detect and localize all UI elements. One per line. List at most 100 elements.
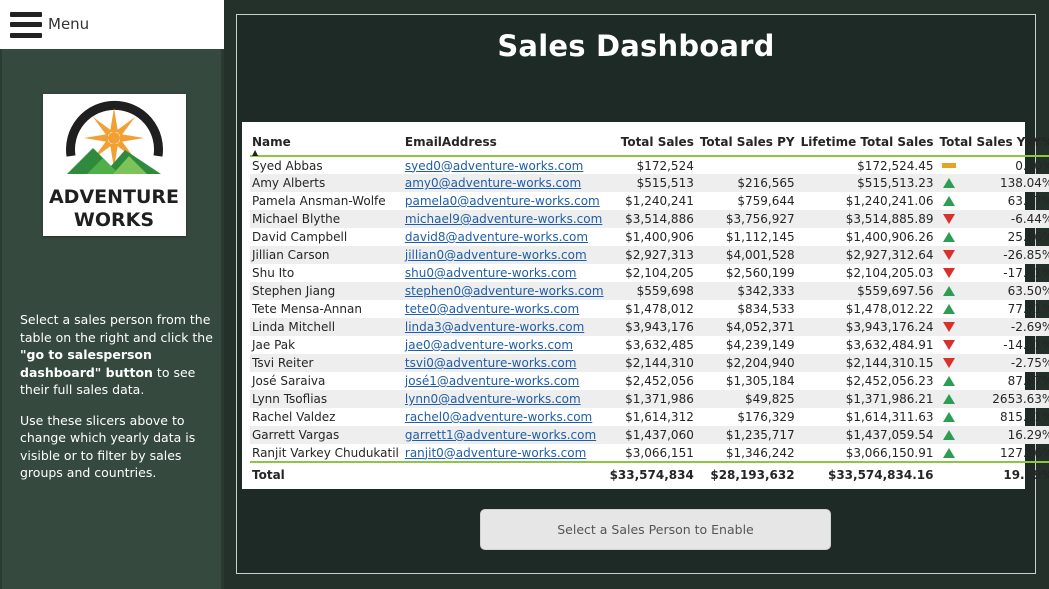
cell-email: rachel0@adventure-works.com bbox=[403, 408, 608, 426]
email-link[interactable]: rachel0@adventure-works.com bbox=[405, 410, 592, 424]
menu-label[interactable]: Menu bbox=[48, 15, 89, 33]
trend-up-icon bbox=[942, 430, 955, 440]
email-link[interactable]: linda3@adventure-works.com bbox=[405, 320, 584, 334]
email-link[interactable]: pamela0@adventure-works.com bbox=[405, 194, 600, 208]
cell-lifetime-total-sales: $172,524.45 bbox=[857, 158, 934, 173]
cell-total-sales-py: $4,052,371 bbox=[725, 320, 795, 334]
table-row[interactable]: Stephen Jiang stephen0@adventure-works.co… bbox=[250, 282, 1049, 300]
email-link[interactable]: syed0@adventure-works.com bbox=[405, 159, 583, 173]
cell-trend-icon bbox=[938, 174, 962, 192]
table-row[interactable]: Jillian Carson jillian0@adventure-works.c… bbox=[250, 246, 1049, 264]
email-link[interactable]: stephen0@adventure-works.com bbox=[405, 284, 604, 298]
logo-graphic: ADVENTURE WORKS bbox=[49, 100, 179, 231]
sales-table-card[interactable]: Name ▲ EmailAddress Total Sales Total Sal… bbox=[242, 122, 1049, 489]
table-row[interactable]: Ranjit Varkey Chudukatil ranjit0@adventur… bbox=[250, 444, 1049, 462]
cell-total-sales-py: $2,204,940 bbox=[725, 356, 795, 370]
sales-table[interactable]: Name ▲ EmailAddress Total Sales Total Sal… bbox=[250, 128, 1049, 484]
cell-lifetime-total-sales: $1,240,241.06 bbox=[845, 194, 934, 208]
cell-yoy: 63.50% bbox=[1007, 284, 1049, 298]
table-row[interactable]: Jae Pak jae0@adventure-works.com $3,632,48… bbox=[250, 336, 1049, 354]
cell-email: jillian0@adventure-works.com bbox=[403, 246, 608, 264]
cell-total-sales-py: $759,644 bbox=[737, 194, 795, 208]
table-row[interactable]: David Campbell david8@adventure-works.com… bbox=[250, 228, 1049, 246]
table-row[interactable]: Michael Blythe michael9@adventure-works.c… bbox=[250, 210, 1049, 228]
cell-total-sales-py: $1,112,145 bbox=[725, 230, 795, 244]
cell-email: tsvi0@adventure-works.com bbox=[403, 354, 608, 372]
column-header-total-sales-py[interactable]: Total Sales PY bbox=[698, 128, 799, 156]
cell-yoy: 815.51% bbox=[999, 410, 1049, 424]
email-link[interactable]: garrett1@adventure-works.com bbox=[405, 428, 596, 442]
column-header-yoy[interactable]: Total Sales YoY% bbox=[938, 128, 1049, 156]
cell-name: Pamela Ansman-Wolfe bbox=[252, 194, 386, 208]
cell-name: Tsvi Reiter bbox=[252, 356, 314, 370]
total-lifetime: $33,574,834.16 bbox=[827, 467, 934, 482]
table-row[interactable]: Tete Mensa-Annan tete0@adventure-works.co… bbox=[250, 300, 1049, 318]
cell-email: michael9@adventure-works.com bbox=[403, 210, 608, 228]
table-row[interactable]: Linda Mitchell linda3@adventure-works.com… bbox=[250, 318, 1049, 336]
cell-email: pamela0@adventure-works.com bbox=[403, 192, 608, 210]
cell-lifetime-total-sales: $515,513.23 bbox=[857, 176, 934, 190]
cell-total-sales: $3,066,151 bbox=[625, 445, 694, 460]
email-link[interactable]: michael9@adventure-works.com bbox=[405, 212, 602, 226]
table-row[interactable]: Amy Alberts amy0@adventure-works.com $515,… bbox=[250, 174, 1049, 192]
total-email-empty bbox=[403, 462, 608, 484]
table-row[interactable]: Lynn Tsoflias lynn0@adventure-works.com $1… bbox=[250, 390, 1049, 408]
email-link[interactable]: jillian0@adventure-works.com bbox=[405, 248, 587, 262]
cell-trend-icon bbox=[938, 156, 962, 174]
cell-total-sales: $2,104,205 bbox=[625, 266, 694, 280]
column-header-total-sales[interactable]: Total Sales bbox=[608, 128, 698, 156]
table-row[interactable]: José Saraiva josé1@adventure-works.com $2,… bbox=[250, 372, 1049, 390]
table-row[interactable]: Rachel Valdez rachel0@adventure-works.com… bbox=[250, 408, 1049, 426]
sort-ascending-icon[interactable]: ▲ bbox=[252, 149, 258, 157]
email-link[interactable]: lynn0@adventure-works.com bbox=[405, 392, 581, 406]
email-link[interactable]: shu0@adventure-works.com bbox=[405, 266, 577, 280]
cell-yoy: -6.44% bbox=[1010, 212, 1049, 226]
cell-total-sales: $2,452,056 bbox=[625, 374, 694, 388]
cell-trend-icon bbox=[938, 426, 962, 444]
cell-yoy: 127.76% bbox=[999, 445, 1049, 460]
total-yoy: 19.09% bbox=[1003, 467, 1049, 482]
total-total-sales: $33,574,834 bbox=[609, 467, 694, 482]
table-row[interactable]: Syed Abbas syed0@adventure-works.com $172,… bbox=[250, 156, 1049, 174]
cell-total-sales-py: $49,825 bbox=[744, 392, 795, 406]
cell-total-sales: $2,927,313 bbox=[625, 248, 694, 262]
email-link[interactable]: amy0@adventure-works.com bbox=[405, 176, 581, 190]
cell-lifetime-total-sales: $2,452,056.23 bbox=[845, 374, 934, 388]
go-to-salesperson-dashboard-button[interactable]: Select a Sales Person to Enable bbox=[480, 509, 831, 550]
table-row[interactable]: Shu Ito shu0@adventure-works.com $2,104,20… bbox=[250, 264, 1049, 282]
cell-name: Linda Mitchell bbox=[252, 320, 336, 334]
cell-total-sales-py: $3,756,927 bbox=[725, 212, 795, 226]
app-root: Menu ADVENTURE WORKS Select a sales pers… bbox=[0, 0, 1049, 589]
logo-text-line1: ADVENTURE bbox=[49, 186, 179, 208]
cell-trend-icon bbox=[938, 300, 962, 318]
email-link[interactable]: tete0@adventure-works.com bbox=[405, 302, 579, 316]
total-total-sales-py: $28,193,632 bbox=[710, 467, 795, 482]
table-row[interactable]: Pamela Ansman-Wolfe pamela0@adventure-wor… bbox=[250, 192, 1049, 210]
cell-total-sales-py: $834,533 bbox=[737, 302, 795, 316]
column-header-email[interactable]: EmailAddress bbox=[403, 128, 608, 156]
cell-name: Ranjit Varkey Chudukatil bbox=[252, 445, 399, 460]
trend-down-icon bbox=[942, 358, 955, 368]
cell-email: garrett1@adventure-works.com bbox=[403, 426, 608, 444]
table-row[interactable]: Tsvi Reiter tsvi0@adventure-works.com $2,1… bbox=[250, 354, 1049, 372]
cell-total-sales: $3,943,176 bbox=[625, 320, 694, 334]
cell-lifetime-total-sales: $559,697.56 bbox=[857, 284, 934, 298]
email-link[interactable]: jae0@adventure-works.com bbox=[405, 338, 573, 352]
hamburger-menu-icon[interactable] bbox=[10, 11, 42, 38]
cell-total-sales-py: $4,001,528 bbox=[725, 248, 795, 262]
email-link[interactable]: ranjit0@adventure-works.com bbox=[405, 446, 586, 460]
trend-flat-icon bbox=[941, 162, 956, 168]
sidebar: ADVENTURE WORKS Select a sales person fr… bbox=[0, 49, 224, 589]
table-row[interactable]: Garrett Vargas garrett1@adventure-works.c… bbox=[250, 426, 1049, 444]
cell-total-sales-py: $1,346,242 bbox=[725, 445, 795, 460]
cell-trend-icon bbox=[938, 318, 962, 336]
cell-email: josé1@adventure-works.com bbox=[403, 372, 608, 390]
column-header-lifetime-total-sales[interactable]: Lifetime Total Sales bbox=[799, 128, 938, 156]
email-link[interactable]: david8@adventure-works.com bbox=[405, 230, 588, 244]
menu-bar[interactable]: Menu bbox=[0, 0, 224, 49]
cell-lifetime-total-sales: $1,400,906.26 bbox=[845, 230, 934, 244]
column-header-name[interactable]: Name ▲ bbox=[250, 128, 403, 157]
cell-name: David Campbell bbox=[252, 230, 348, 244]
email-link[interactable]: josé1@adventure-works.com bbox=[405, 374, 579, 388]
email-link[interactable]: tsvi0@adventure-works.com bbox=[405, 356, 577, 370]
